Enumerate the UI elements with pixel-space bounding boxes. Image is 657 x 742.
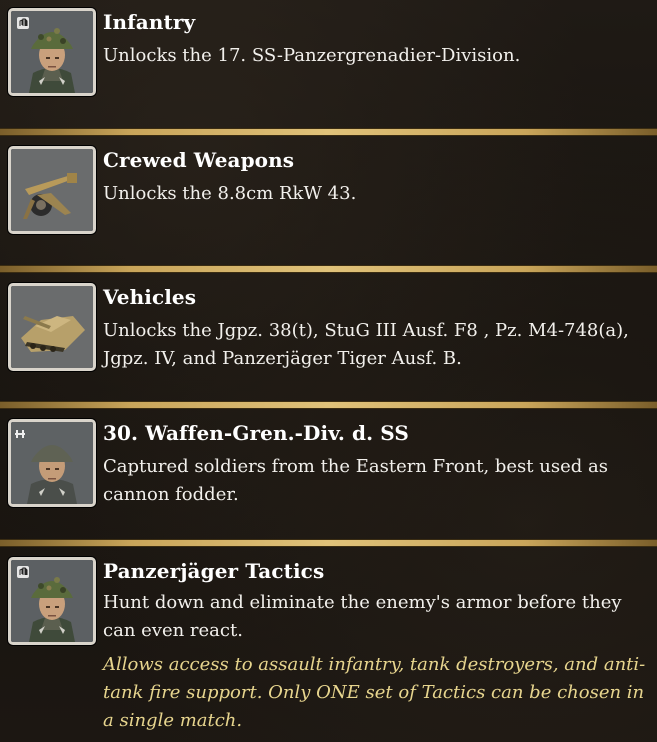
unlock-entry-panzerjager-tactics[interactable]: Panzerjäger Tactics Hunt down and elimin…: [0, 549, 657, 742]
entry-description: Unlocks the 17. SS-Panzergrenadier-Divis…: [103, 45, 521, 66]
entry-description: Unlocks the Jgpz. 38(t), StuG III Ausf. …: [103, 320, 629, 369]
entry-title: Crewed Weapons: [103, 148, 295, 172]
unlock-entry-vehicles[interactable]: Vehicles Unlocks the Jgpz. 38(t), StuG I…: [0, 275, 657, 403]
entry-description: Captured soldiers from the Eastern Front…: [103, 456, 608, 505]
tactics-note: Allows access to assault infantry, tank …: [103, 654, 646, 731]
anti-tank-gun-icon: [8, 146, 96, 234]
section-divider: [0, 540, 657, 546]
unlock-entry-infantry[interactable]: Infantry Unlocks the 17. SS-Panzergrenad…: [0, 0, 657, 128]
entry-title: Panzerjäger Tactics: [103, 559, 325, 583]
entry-title: Vehicles: [103, 285, 197, 309]
entry-description: Hunt down and eliminate the enemy's armo…: [103, 592, 622, 641]
entry-title: 30. Waffen-Gren.-Div. d. SS: [103, 421, 409, 445]
section-divider: [0, 402, 657, 408]
soldier-portrait-icon: [8, 557, 96, 645]
unlock-entry-crewed-weapons[interactable]: Crewed Weapons Unlocks the 8.8cm RkW 43.: [0, 138, 657, 266]
soldier-portrait-icon: [8, 8, 96, 96]
section-divider: [0, 266, 657, 272]
unlock-panel: Infantry Unlocks the 17. SS-Panzergrenad…: [0, 0, 657, 742]
entry-description: Unlocks the 8.8cm RkW 43.: [103, 183, 357, 204]
conscript-soldier-icon: [8, 419, 96, 507]
tank-destroyer-icon: [8, 283, 96, 371]
entry-title: Infantry: [103, 10, 196, 34]
unlock-entry-waffen-gren-div[interactable]: 30. Waffen-Gren.-Div. d. SS Captured sol…: [0, 411, 657, 541]
section-divider: [0, 129, 657, 135]
